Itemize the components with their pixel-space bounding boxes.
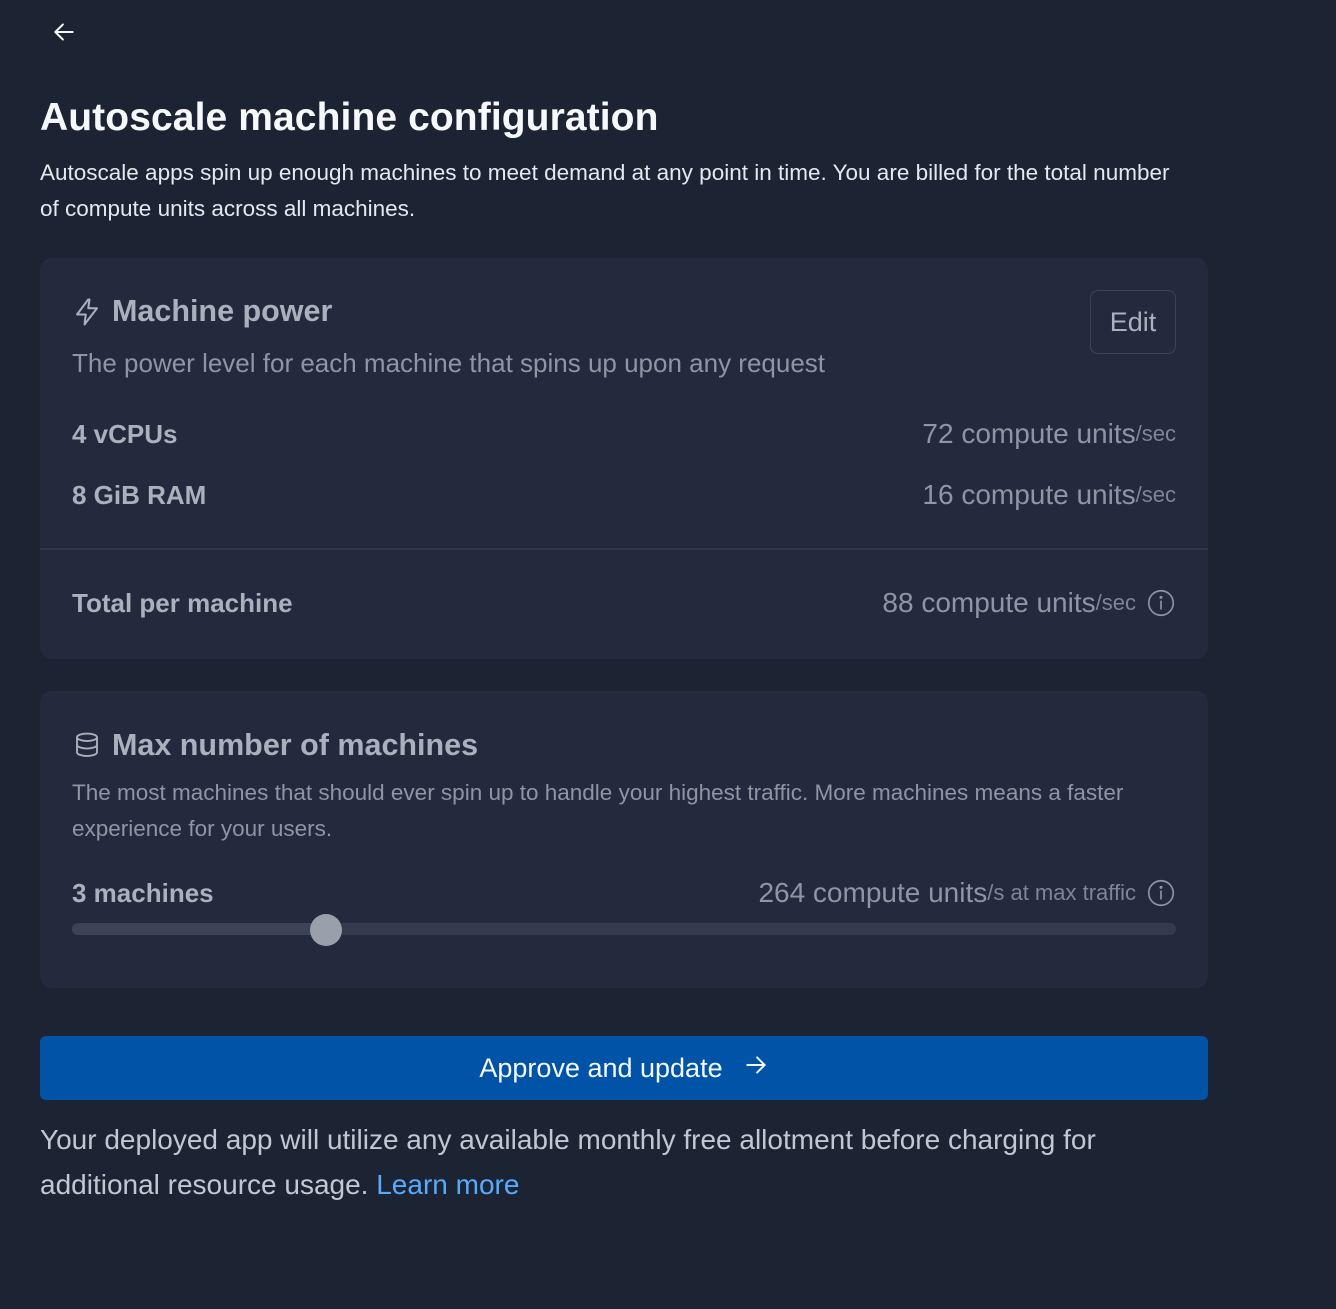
ram-value: 16 compute units/sec: [922, 479, 1176, 511]
machine-power-subtitle: The power level for each machine that sp…: [72, 348, 826, 378]
arrow-left-icon: [51, 19, 77, 50]
max-machines-header: Max number of machines: [72, 728, 478, 763]
total-value: 88 compute units/sec: [882, 587, 1176, 619]
total-row: Total per machine 88 compute units/sec: [72, 587, 1176, 619]
page-title: Autoscale machine configuration: [40, 96, 659, 139]
total-label: Total per machine: [72, 588, 293, 618]
vcpu-row: 4 vCPUs 72 compute units/sec: [72, 418, 1176, 450]
machine-power-title: Machine power: [112, 294, 333, 328]
divider: [40, 548, 1208, 550]
max-machines-subtitle: The most machines that should ever spin …: [72, 780, 1124, 841]
back-button[interactable]: [44, 16, 84, 52]
ram-row: 8 GiB RAM 16 compute units/sec: [72, 479, 1176, 511]
vcpu-unit: /sec: [1135, 421, 1176, 446]
total-compute-units: 88 compute units: [882, 587, 1096, 618]
ram-compute-units: 16 compute units: [922, 479, 1136, 510]
database-icon: [72, 731, 102, 761]
billing-note: Your deployed app will utilize any avail…: [40, 1117, 1160, 1207]
max-compute-units: 264 compute units: [758, 877, 988, 908]
max-machines-card: Max number of machines The most machines…: [40, 691, 1208, 988]
slider-fill: [72, 923, 326, 935]
vcpu-compute-units: 72 compute units: [922, 418, 1136, 449]
lightning-icon: [72, 297, 102, 327]
ram-label: 8 GiB RAM: [72, 480, 207, 510]
learn-more-link[interactable]: Learn more: [376, 1169, 519, 1200]
arrow-right-icon: [743, 1052, 769, 1085]
info-icon[interactable]: [1146, 878, 1176, 908]
machine-power-header: Machine power: [72, 294, 332, 329]
ram-unit: /sec: [1135, 482, 1176, 507]
approve-label: Approve and update: [479, 1052, 723, 1083]
max-compute-unit: /s at max traffic: [987, 880, 1136, 905]
max-compute-value: 264 compute units/s at max traffic: [758, 877, 1176, 909]
slider-thumb[interactable]: [309, 914, 342, 946]
billing-note-text: Your deployed app will utilize any avail…: [40, 1124, 1096, 1200]
total-unit: /sec: [1095, 590, 1136, 615]
page-description: Autoscale apps spin up enough machines t…: [40, 160, 1170, 221]
approve-and-update-button[interactable]: Approve and update: [40, 1036, 1208, 1100]
vcpu-label: 4 vCPUs: [72, 419, 178, 449]
machines-count: 3 machines: [72, 878, 214, 908]
machine-power-card: Machine power Edit The power level for e…: [40, 258, 1208, 659]
info-icon[interactable]: [1146, 588, 1176, 618]
edit-button[interactable]: Edit: [1090, 290, 1176, 354]
machines-row: 3 machines 264 compute units/s at max tr…: [72, 877, 1176, 909]
max-machines-title: Max number of machines: [112, 728, 479, 762]
machines-slider[interactable]: [72, 914, 1176, 946]
vcpu-value: 72 compute units/sec: [922, 418, 1176, 450]
